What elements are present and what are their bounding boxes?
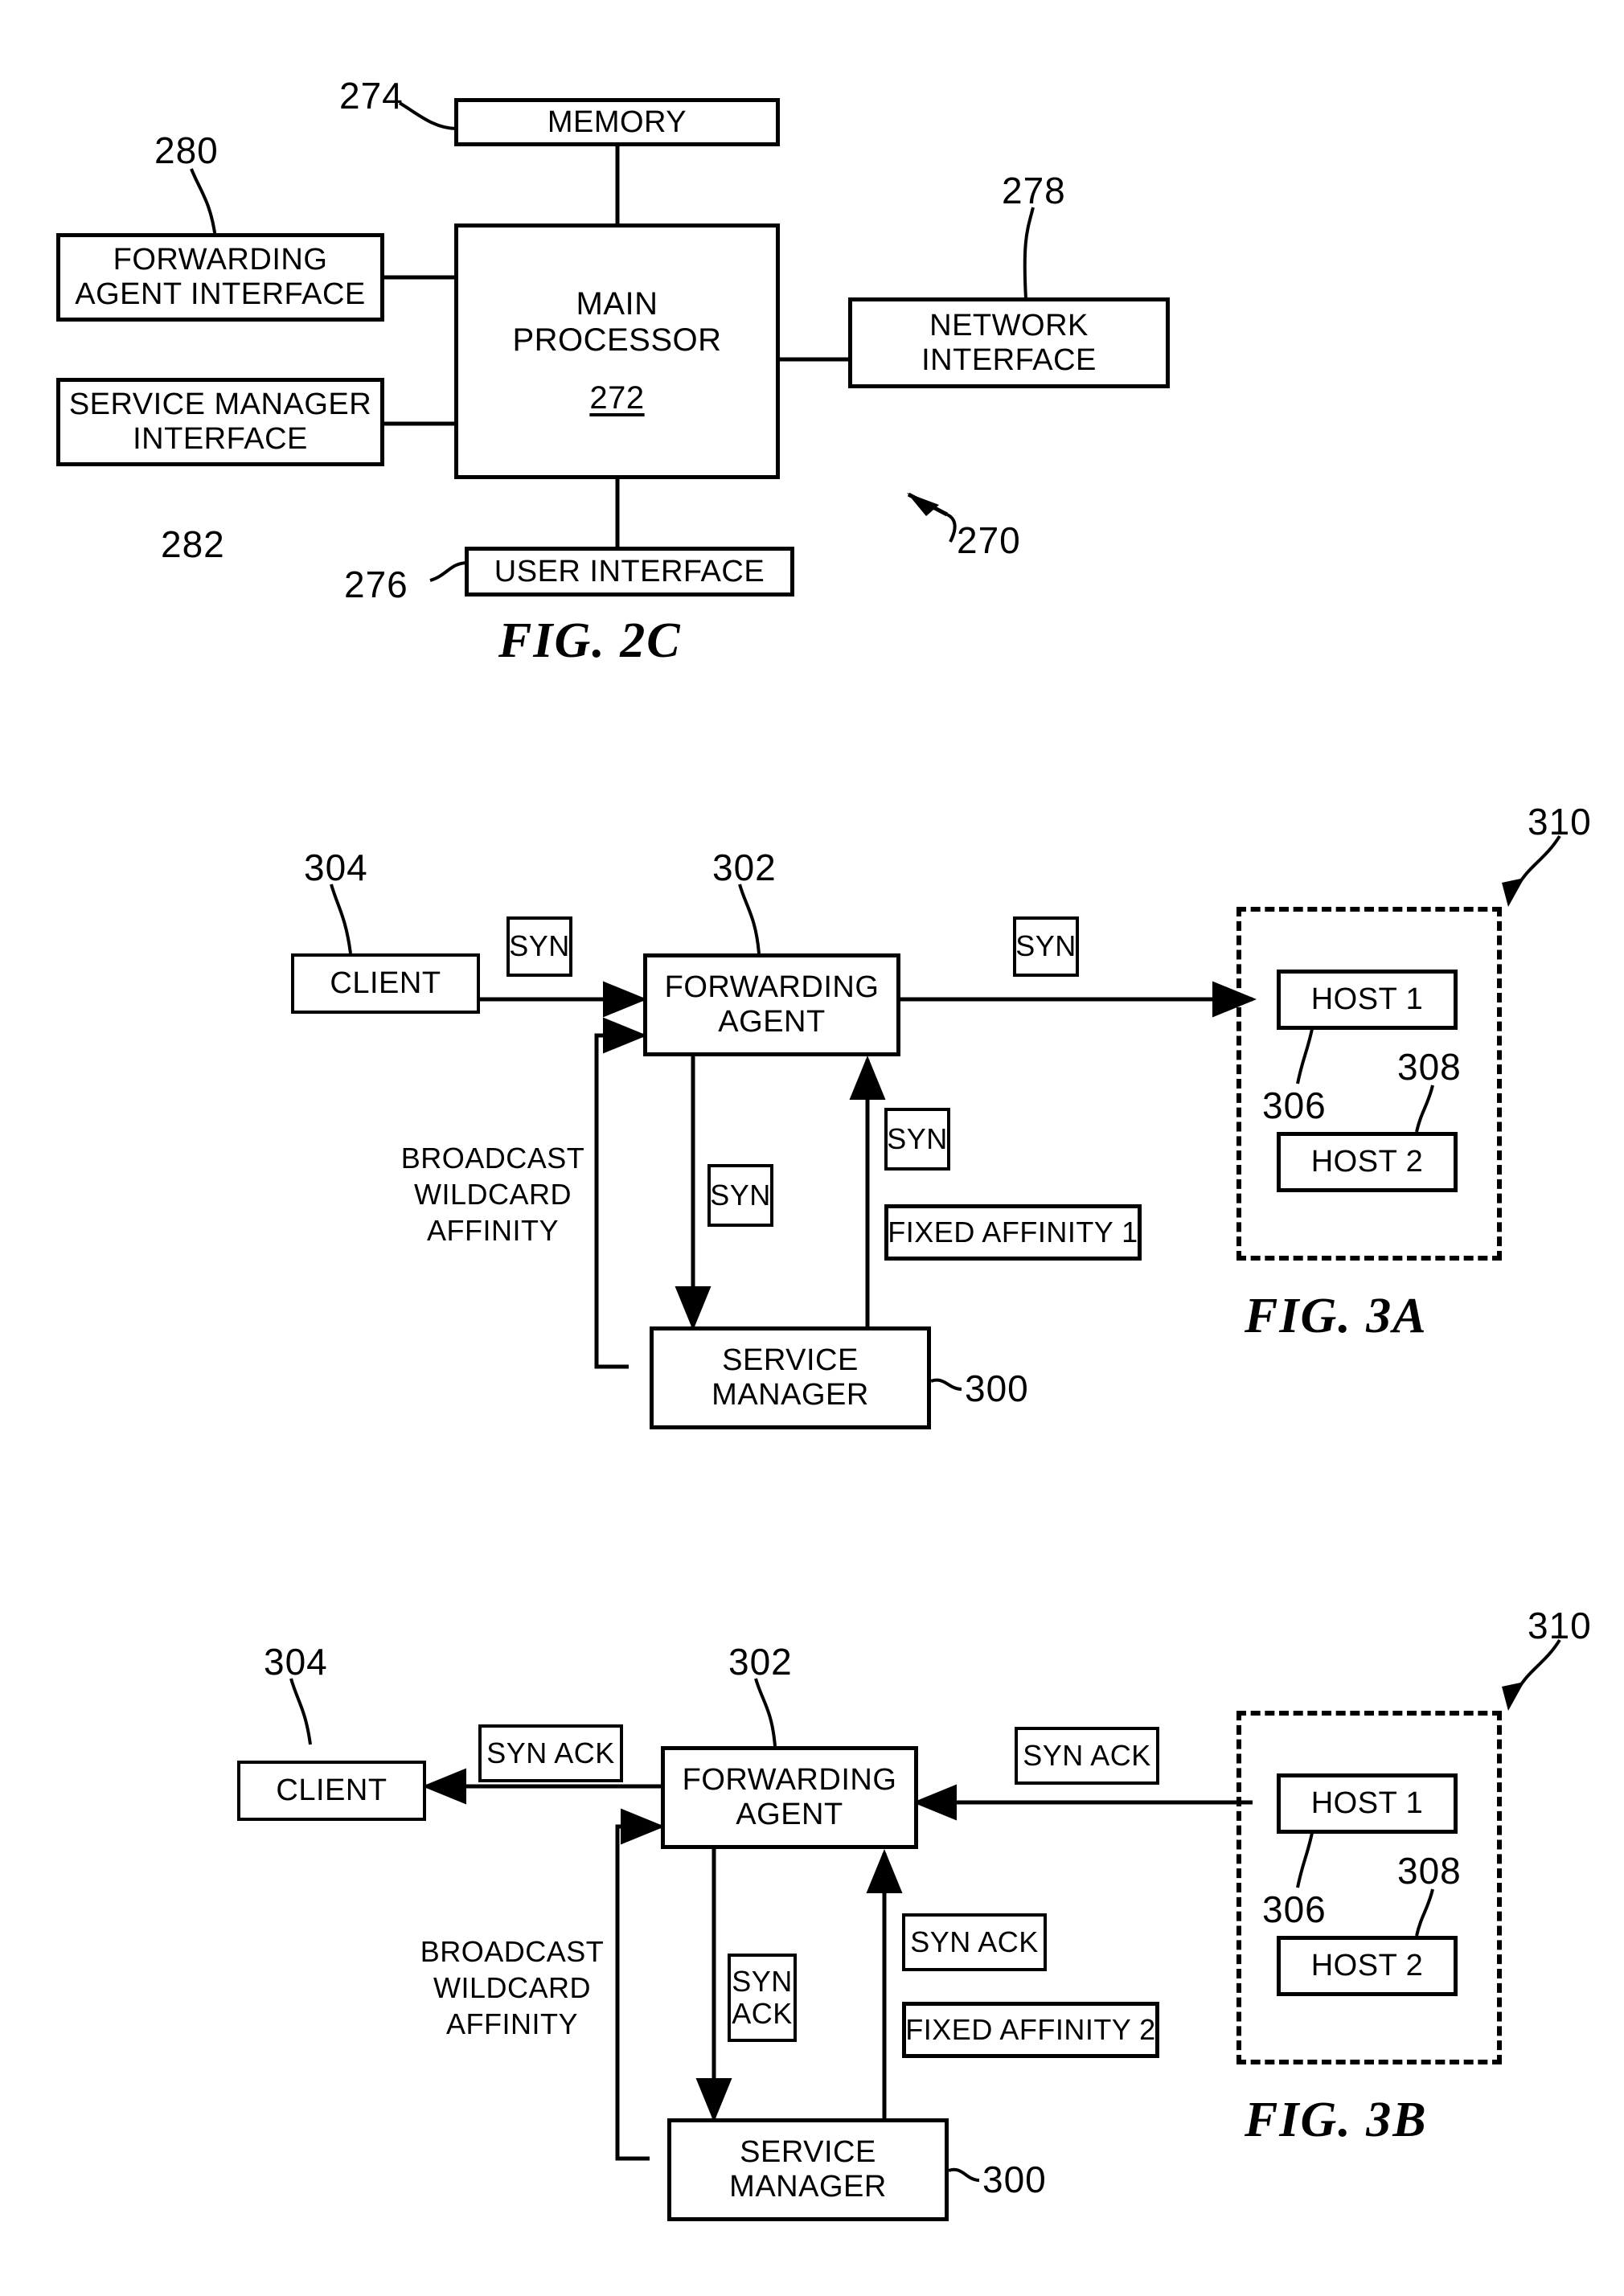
fig3b-broadcast-wildcard-affinity-label: BROADCAST WILDCARD AFFINITY bbox=[412, 1933, 613, 2042]
fig3a-bwa-line3: AFFINITY bbox=[427, 1214, 559, 1247]
main-processor-ref-272: 272 bbox=[589, 380, 645, 416]
ref-276: 276 bbox=[344, 564, 408, 605]
network-interface-box: NETWORK INTERFACE bbox=[848, 297, 1170, 388]
fig3a-ref-304: 304 bbox=[304, 847, 368, 888]
fig3b-synack-packet-client: SYN ACK bbox=[478, 1724, 623, 1782]
fig3a-client-box: CLIENT bbox=[291, 953, 480, 1014]
fig3a-sm-label-line1: SERVICE bbox=[722, 1343, 859, 1378]
figure-caption-3a: FIG. 3A bbox=[1245, 1289, 1428, 1343]
figure-caption-2c: FIG. 2C bbox=[498, 613, 682, 668]
fig3a-ref-308: 308 bbox=[1397, 1046, 1462, 1088]
fig3a-fixed-affinity-label: FIXED AFFINITY 1 bbox=[888, 1215, 1138, 1248]
fig3a-forwarding-agent-box: FORWARDING AGENT bbox=[643, 953, 900, 1056]
fig3b-fixed-affinity-label: FIXED AFFINITY 2 bbox=[905, 2012, 1156, 2046]
main-processor-label-line1: MAIN bbox=[576, 285, 658, 322]
figure-caption-3b: FIG. 3B bbox=[1245, 2093, 1428, 2147]
fig3a-broadcast-wildcard-affinity-label: BROADCAST WILDCARD AFFINITY bbox=[392, 1140, 593, 1248]
fig3b-service-manager-box: SERVICE MANAGER bbox=[667, 2118, 949, 2221]
fig3a-fa-label-line2: AGENT bbox=[718, 1005, 826, 1039]
fa-interface-label-line1: FORWARDING bbox=[113, 243, 328, 277]
fig3b-synack-label-3a: SYN bbox=[732, 1964, 793, 1998]
drawing-sheet: MEMORY 274 FORWARDING AGENT INTERFACE 28… bbox=[0, 0, 1624, 2296]
fig3b-sm-label-line1: SERVICE bbox=[740, 2135, 876, 2170]
fig3b-host1-box: HOST 1 bbox=[1277, 1773, 1458, 1834]
memory-label: MEMORY bbox=[547, 105, 687, 139]
fig3b-ref-302: 302 bbox=[728, 1641, 793, 1683]
fig3a-ref-302: 302 bbox=[712, 847, 777, 888]
fig3b-host2-box: HOST 2 bbox=[1277, 1936, 1458, 1996]
fig3b-synack-label-2: SYN ACK bbox=[1023, 1738, 1151, 1772]
ref-270: 270 bbox=[957, 519, 1021, 561]
fig3a-host1-box: HOST 1 bbox=[1277, 970, 1458, 1030]
fig3b-client-box: CLIENT bbox=[237, 1761, 426, 1821]
fig3a-ref-310: 310 bbox=[1528, 801, 1592, 843]
fig3b-host1-label: HOST 1 bbox=[1310, 1786, 1424, 1821]
forwarding-agent-interface-box: FORWARDING AGENT INTERFACE bbox=[56, 233, 384, 322]
memory-box: MEMORY bbox=[454, 98, 780, 146]
fig3b-synack-label-3b: ACK bbox=[732, 1997, 793, 2030]
ref-278: 278 bbox=[1002, 170, 1066, 211]
fig3a-syn-packet-to-manager: SYN bbox=[707, 1164, 773, 1227]
fig3a-host2-label: HOST 2 bbox=[1310, 1145, 1424, 1179]
fig3b-ref-310: 310 bbox=[1528, 1605, 1592, 1646]
user-interface-box: USER INTERFACE bbox=[465, 547, 794, 597]
fig3b-synack-packet-to-manager: SYN ACK bbox=[728, 1954, 797, 2042]
fig3b-forwarding-agent-box: FORWARDING AGENT bbox=[661, 1746, 918, 1849]
fig3b-bwa-line3: AFFINITY bbox=[446, 2007, 578, 2040]
fig3b-synack-label-1: SYN ACK bbox=[486, 1736, 615, 1769]
fig3b-client-label: CLIENT bbox=[276, 1773, 388, 1808]
sm-interface-label-line2: INTERFACE bbox=[133, 422, 308, 456]
main-processor-label-line2: PROCESSOR bbox=[512, 322, 722, 358]
ref-282: 282 bbox=[161, 523, 225, 565]
fig3b-sm-label-line2: MANAGER bbox=[729, 2170, 887, 2204]
fig3b-ref-308: 308 bbox=[1397, 1850, 1462, 1892]
fig3b-ref-306: 306 bbox=[1262, 1888, 1327, 1930]
fig3b-ref-304: 304 bbox=[264, 1641, 328, 1683]
fig3a-ref-306: 306 bbox=[1262, 1084, 1327, 1126]
fig3b-synack-label-4: SYN ACK bbox=[910, 1925, 1039, 1958]
fig3a-syn-packet-host: SYN bbox=[1013, 916, 1079, 977]
service-manager-interface-box: SERVICE MANAGER INTERFACE bbox=[56, 378, 384, 466]
fig3a-syn-packet-from-manager: SYN bbox=[884, 1108, 950, 1171]
fig3b-fixed-affinity-box: FIXED AFFINITY 2 bbox=[902, 2002, 1159, 2058]
fig3a-client-label: CLIENT bbox=[330, 966, 441, 1001]
fig3a-syn-label-4: SYN bbox=[887, 1121, 948, 1155]
fig3a-host2-box: HOST 2 bbox=[1277, 1132, 1458, 1192]
fig3a-bwa-line2: WILDCARD bbox=[413, 1178, 572, 1211]
fig3a-host1-label: HOST 1 bbox=[1310, 982, 1424, 1017]
fig3b-bwa-line1: BROADCAST bbox=[420, 1935, 605, 1968]
user-interface-label: USER INTERFACE bbox=[494, 554, 765, 588]
fig3b-ref-300: 300 bbox=[982, 2159, 1047, 2200]
fig3a-fa-label-line1: FORWARDING bbox=[664, 970, 880, 1005]
fig3a-syn-label-2: SYN bbox=[1015, 929, 1077, 963]
fig3a-sm-label-line2: MANAGER bbox=[712, 1378, 869, 1412]
fig3a-ref-300: 300 bbox=[965, 1367, 1029, 1409]
network-interface-label-line1: NETWORK bbox=[929, 308, 1089, 342]
fa-interface-label-line2: AGENT INTERFACE bbox=[75, 277, 366, 311]
fig3a-bwa-line1: BROADCAST bbox=[400, 1142, 585, 1175]
fig3a-fixed-affinity-box: FIXED AFFINITY 1 bbox=[884, 1204, 1142, 1261]
fig3a-syn-label-1: SYN bbox=[509, 929, 570, 963]
fig3b-synack-packet-host: SYN ACK bbox=[1015, 1727, 1159, 1785]
fig3a-service-manager-box: SERVICE MANAGER bbox=[650, 1326, 931, 1429]
ref-280: 280 bbox=[154, 129, 219, 171]
network-interface-label-line2: INTERFACE bbox=[921, 342, 1097, 377]
fig3a-syn-packet-client: SYN bbox=[506, 916, 572, 977]
sm-interface-label-line1: SERVICE MANAGER bbox=[68, 387, 372, 422]
fig3b-fa-label-line1: FORWARDING bbox=[682, 1763, 897, 1798]
fig3a-syn-label-3: SYN bbox=[710, 1178, 771, 1212]
fig3b-host2-label: HOST 2 bbox=[1310, 1949, 1424, 1983]
fig3b-bwa-line2: WILDCARD bbox=[433, 1971, 591, 2004]
fig3b-fa-label-line2: AGENT bbox=[736, 1798, 843, 1831]
main-processor-box: MAIN PROCESSOR 272 bbox=[454, 223, 780, 479]
fig3b-synack-packet-from-manager: SYN ACK bbox=[902, 1913, 1047, 1971]
ref-274: 274 bbox=[339, 75, 404, 117]
